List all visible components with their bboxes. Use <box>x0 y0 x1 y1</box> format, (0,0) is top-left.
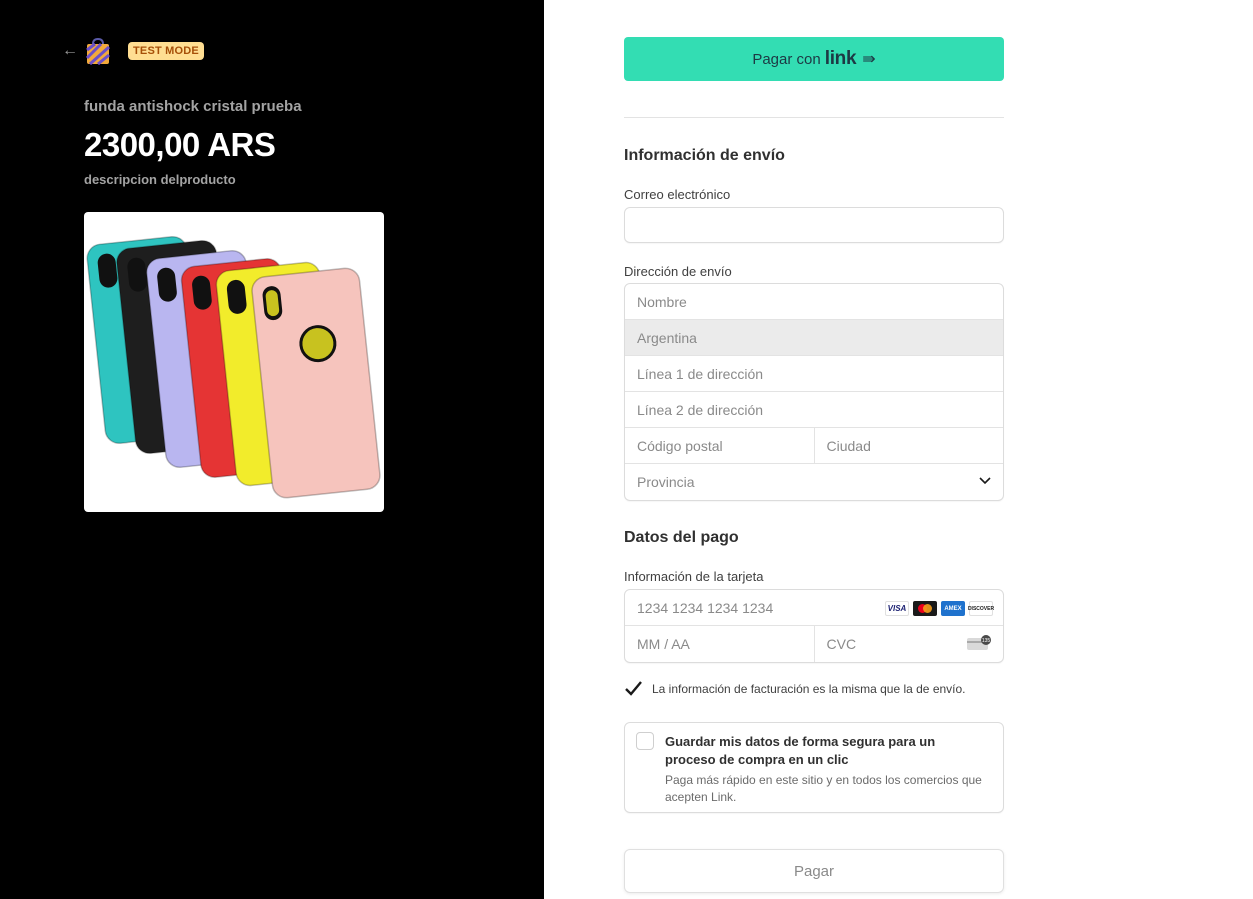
country-select[interactable]: Argentina <box>625 320 1003 356</box>
province-placeholder: Provincia <box>637 474 695 490</box>
address-line1-placeholder: Línea 1 de dirección <box>637 365 764 382</box>
link-button-label: Pagar con <box>752 50 821 68</box>
test-mode-badge: TEST MODE <box>128 42 204 60</box>
card-number-placeholder: 1234 1234 1234 1234 <box>637 599 774 616</box>
save-info-subtitle: Paga más rápido en este sitio y en todos… <box>665 773 982 804</box>
card-info-label: Información de la tarjeta <box>624 569 764 584</box>
phone-case <box>251 267 381 499</box>
card-number-field[interactable]: 1234 1234 1234 1234 VISA AMEX DISCOVER <box>625 590 1003 626</box>
expiry-field[interactable]: MM / AA <box>625 626 815 662</box>
link-arrow-icon: ⇛ <box>862 51 876 68</box>
billing-same-row: La información de facturación es la mism… <box>624 680 966 698</box>
cvc-placeholder: CVC <box>826 636 857 652</box>
cvc-field[interactable]: CVC 135 <box>815 626 1004 662</box>
shipping-address-label: Dirección de envío <box>624 264 732 279</box>
card-info-group: 1234 1234 1234 1234 VISA AMEX DISCOVER M… <box>624 589 1004 663</box>
mastercard-icon <box>913 601 937 616</box>
billing-same-checkbox[interactable] <box>624 680 642 698</box>
product-image <box>84 212 384 512</box>
back-arrow-icon[interactable]: ← <box>62 42 78 60</box>
product-summary-panel: ← TEST MODE funda antishock cristal prue… <box>0 0 544 899</box>
address-line1-field[interactable]: Línea 1 de dirección <box>625 356 1003 392</box>
amex-icon: AMEX <box>941 601 965 616</box>
city-field[interactable]: Ciudad <box>815 428 1004 464</box>
province-select[interactable]: Provincia <box>625 464 1003 500</box>
chevron-down-icon <box>979 474 991 491</box>
shipping-section-title: Información de envío <box>624 147 785 164</box>
discover-icon: DISCOVER <box>968 601 994 616</box>
expiry-placeholder: MM / AA <box>637 636 690 652</box>
pay-button[interactable]: Pagar <box>624 849 1004 893</box>
country-value: Argentina <box>637 329 697 346</box>
expiry-cvc-row: MM / AA CVC 135 <box>625 626 1003 662</box>
save-info-box: Guardar mis datos de forma segura para u… <box>624 722 1004 813</box>
svg-text:135: 135 <box>982 638 991 644</box>
save-info-title: Guardar mis datos de forma segura para u… <box>665 734 936 767</box>
divider <box>624 117 1004 118</box>
name-field[interactable]: Nombre <box>625 284 1003 320</box>
visa-icon: VISA <box>885 601 909 616</box>
name-placeholder: Nombre <box>637 293 687 310</box>
pay-with-link-button[interactable]: Pagar con link ⇛ <box>624 37 1004 81</box>
save-info-checkbox[interactable] <box>636 732 654 750</box>
link-logo: link <box>824 48 857 69</box>
shipping-address-group: Nombre Argentina Línea 1 de dirección Lí… <box>624 283 1004 501</box>
postal-code-field[interactable]: Código postal <box>625 427 815 464</box>
address-line2-field[interactable]: Línea 2 de dirección <box>625 392 1003 428</box>
billing-same-label: La información de facturación es la mism… <box>652 682 966 696</box>
city-placeholder: Ciudad <box>826 437 871 454</box>
product-name: funda antishock cristal prueba <box>84 98 302 115</box>
address-line2-placeholder: Línea 2 de dirección <box>637 401 764 418</box>
payment-section-title: Datos del pago <box>624 529 739 546</box>
card-brands: VISA AMEX DISCOVER <box>885 601 994 616</box>
email-label: Correo electrónico <box>624 187 731 202</box>
product-price: 2300,00 ARS <box>84 126 276 163</box>
product-description: descripcion delproducto <box>84 172 236 187</box>
postal-city-row: Código postal Ciudad <box>625 427 1004 464</box>
postal-code-placeholder: Código postal <box>637 437 723 454</box>
shopping-bag-icon <box>85 37 111 66</box>
cvc-card-icon: 135 <box>967 635 991 651</box>
email-field[interactable] <box>624 207 1004 243</box>
